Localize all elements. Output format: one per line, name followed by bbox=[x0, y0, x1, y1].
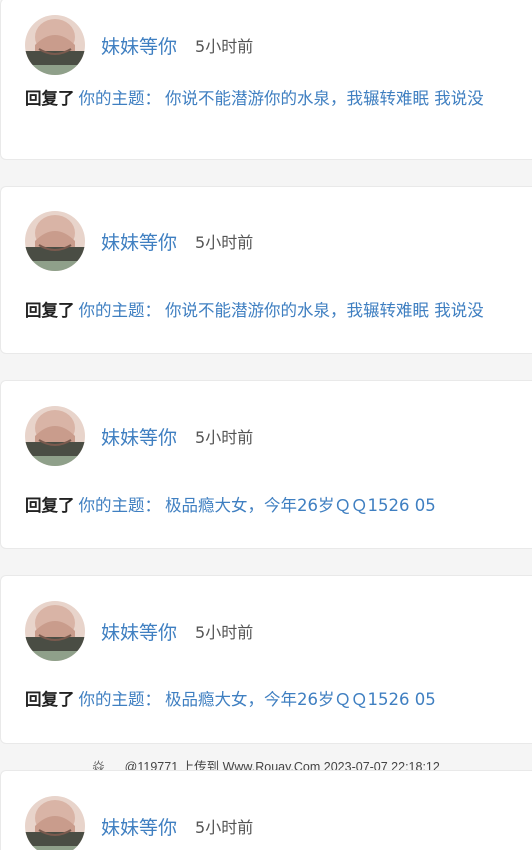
notification-card[interactable]: 妹妹等你 5小时前 回复了 你的主题： 你说不能潜游你的水泉，我辗转难眠 我说没 bbox=[0, 186, 532, 354]
action-label: 回复了 bbox=[25, 301, 75, 320]
card-header: 妹妹等你 5小时前 bbox=[25, 211, 253, 271]
timestamp: 5小时前 bbox=[195, 818, 254, 837]
card-header: 妹妹等你 5小时前 bbox=[25, 601, 253, 661]
notification-text: 回复了 你的主题： 你说不能潜游你的水泉，我辗转难眠 我说没 bbox=[25, 87, 532, 111]
username-link[interactable]: 妹妹等你 bbox=[101, 423, 177, 450]
topic-label: 你的主题： bbox=[78, 496, 162, 515]
avatar[interactable] bbox=[25, 15, 85, 75]
avatar[interactable] bbox=[25, 211, 85, 271]
topic-label: 你的主题： bbox=[78, 690, 162, 709]
action-label: 回复了 bbox=[25, 496, 75, 515]
username-link[interactable]: 妹妹等你 bbox=[101, 618, 177, 645]
notification-text: 回复了 你的主题： 极品瘾大女，今年26岁ＱＱ1526 05 bbox=[25, 494, 532, 518]
topic-label: 你的主题： bbox=[78, 301, 162, 320]
notification-text: 回复了 你的主题： 极品瘾大女，今年26岁ＱＱ1526 05 bbox=[25, 688, 532, 712]
action-label: 回复了 bbox=[25, 690, 75, 709]
notification-feed: 妹妹等你 5小时前 回复了 你的主题： 你说不能潜游你的水泉，我辗转难眠 我说没 妹… bbox=[0, 0, 532, 850]
notification-card[interactable]: 妹妹等你 5小时前 回复了 你的主题： 极品瘾大女，今年26岁ＱＱ1526 05 bbox=[0, 380, 532, 549]
card-header: 妹妹等你 5小时前 bbox=[25, 796, 253, 850]
action-label: 回复了 bbox=[25, 89, 75, 108]
username-link[interactable]: 妹妹等你 bbox=[101, 228, 177, 255]
timestamp: 5小时前 bbox=[195, 623, 254, 642]
avatar[interactable] bbox=[25, 796, 85, 850]
topic-link[interactable]: 极品瘾大女，今年26岁ＱＱ1526 05 bbox=[165, 690, 436, 709]
topic-label: 你的主题： bbox=[78, 89, 162, 108]
card-header: 妹妹等你 5小时前 bbox=[25, 406, 253, 466]
notification-text: 回复了 你的主题： 你说不能潜游你的水泉，我辗转难眠 我说没 bbox=[25, 299, 532, 323]
notification-card[interactable]: 妹妹等你 5小时前 回复了 你的主题： 极品瘾大女，今年26岁ＱＱ1526 05 bbox=[0, 575, 532, 744]
card-header: 妹妹等你 5小时前 bbox=[25, 15, 253, 75]
notification-card[interactable]: 妹妹等你 5小时前 bbox=[0, 770, 532, 850]
timestamp: 5小时前 bbox=[195, 233, 254, 252]
topic-link[interactable]: 你说不能潜游你的水泉，我辗转难眠 我说没 bbox=[165, 89, 484, 108]
username-link[interactable]: 妹妹等你 bbox=[101, 813, 177, 840]
timestamp: 5小时前 bbox=[195, 37, 254, 56]
username-link[interactable]: 妹妹等你 bbox=[101, 32, 177, 59]
topic-link[interactable]: 极品瘾大女，今年26岁ＱＱ1526 05 bbox=[165, 496, 436, 515]
avatar[interactable] bbox=[25, 406, 85, 466]
avatar[interactable] bbox=[25, 601, 85, 661]
notification-card[interactable]: 妹妹等你 5小时前 回复了 你的主题： 你说不能潜游你的水泉，我辗转难眠 我说没 bbox=[0, 0, 532, 160]
topic-link[interactable]: 你说不能潜游你的水泉，我辗转难眠 我说没 bbox=[165, 301, 484, 320]
timestamp: 5小时前 bbox=[195, 428, 254, 447]
